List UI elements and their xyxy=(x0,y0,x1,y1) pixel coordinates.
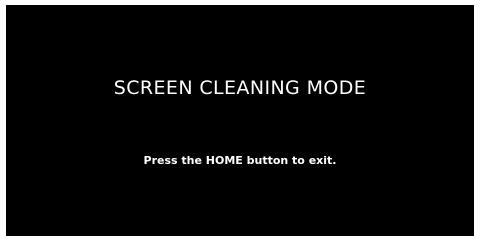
screen-cleaning-mode-title: SCREEN CLEANING MODE xyxy=(113,77,367,99)
exit-instruction-text: Press the HOME button to exit. xyxy=(143,154,337,167)
screen-cleaning-display: SCREEN CLEANING MODE Press the HOME butt… xyxy=(6,5,474,236)
